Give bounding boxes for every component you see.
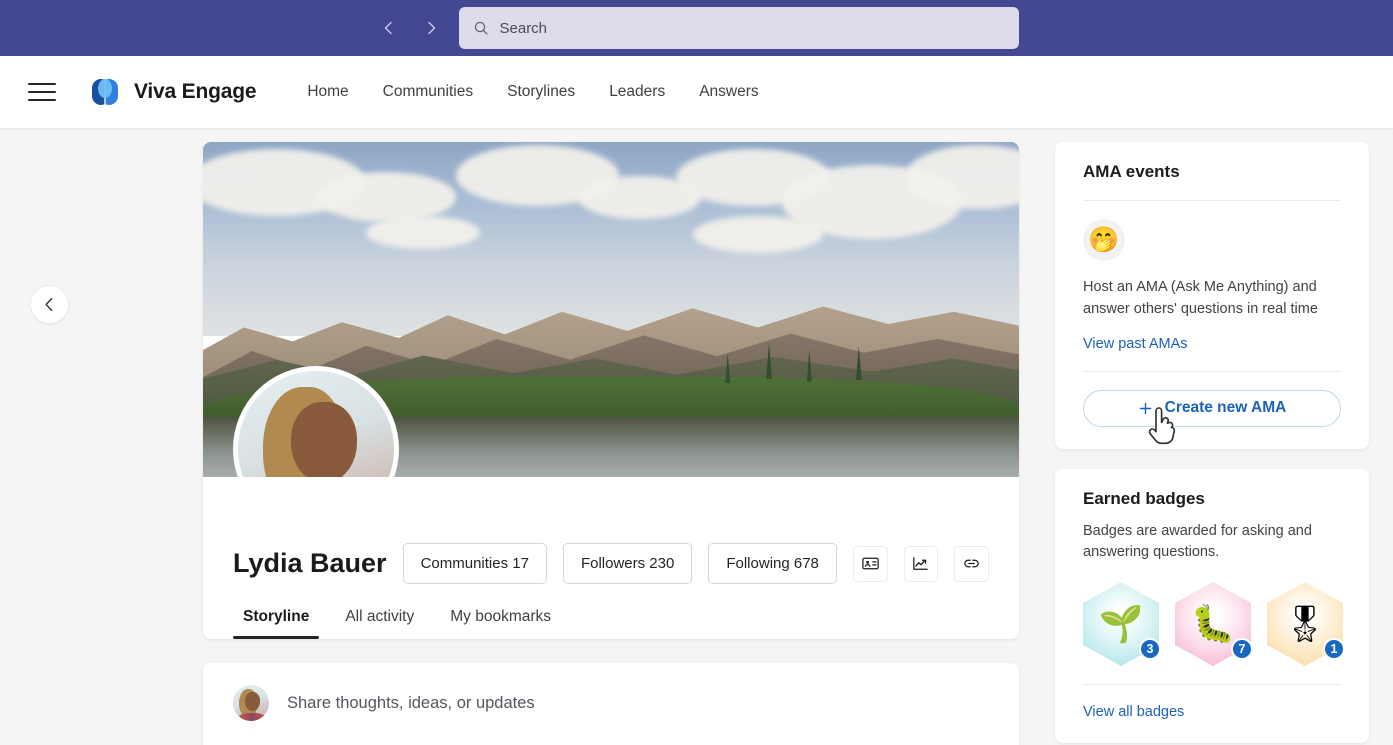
medal-badge[interactable]: 🎖 1 xyxy=(1267,582,1343,666)
center-column: Lydia Bauer Communities 17 Followers 230… xyxy=(203,142,1019,745)
forward-arrow-button[interactable] xyxy=(417,14,445,42)
composer-avatar xyxy=(233,685,269,721)
nav-item-leaders[interactable]: Leaders xyxy=(592,73,682,111)
copy-link-button[interactable] xyxy=(954,546,989,582)
caterpillar-badge[interactable]: 🐛 7 xyxy=(1175,582,1251,666)
analytics-trending-icon xyxy=(911,554,930,573)
nav-item-storylines[interactable]: Storylines xyxy=(490,73,592,111)
collapse-back-button[interactable] xyxy=(30,285,69,324)
cover-photo xyxy=(203,142,1019,477)
contact-card-button[interactable] xyxy=(853,546,888,582)
badges-description: Badges are awarded for asking and answer… xyxy=(1083,521,1341,565)
ama-description: Host an AMA (Ask Me Anything) and answer… xyxy=(1083,277,1341,321)
right-sidebar: AMA events 🤭 Host an AMA (Ask Me Anythin… xyxy=(1055,142,1369,745)
brand: Viva Engage xyxy=(88,76,256,108)
cloud xyxy=(366,216,480,250)
search-icon xyxy=(473,20,489,36)
analytics-button[interactable] xyxy=(904,546,939,582)
stat-following[interactable]: Following 678 xyxy=(708,543,837,584)
profile-tabs: Storyline All activity My bookmarks xyxy=(203,584,1019,639)
caterpillar-badge-count: 7 xyxy=(1231,638,1253,660)
medal-badge-count: 1 xyxy=(1323,638,1345,660)
composer-input[interactable]: Share thoughts, ideas, or updates xyxy=(287,694,535,713)
top-navigation-bar: Search xyxy=(0,0,1393,56)
view-past-amas-link[interactable]: View past AMAs xyxy=(1083,336,1188,352)
divider xyxy=(1083,371,1341,372)
create-new-ama-label: Create new AMA xyxy=(1165,399,1287,417)
chevron-left-icon xyxy=(41,296,58,313)
badges-card-title: Earned badges xyxy=(1083,489,1341,509)
hamburger-menu-icon[interactable] xyxy=(28,75,62,109)
thinking-face-emoji: 🤭 xyxy=(1083,219,1125,261)
tab-my-bookmarks[interactable]: My bookmarks xyxy=(440,600,561,639)
nav-item-home[interactable]: Home xyxy=(290,73,365,111)
divider xyxy=(1083,200,1341,201)
stat-communities[interactable]: Communities 17 xyxy=(403,543,547,584)
link-icon xyxy=(962,554,981,573)
plus-icon xyxy=(1138,401,1153,416)
cloud xyxy=(693,216,824,253)
cloud xyxy=(317,172,456,222)
ama-events-card: AMA events 🤭 Host an AMA (Ask Me Anythin… xyxy=(1055,142,1369,449)
page-title: Lydia Bauer xyxy=(233,548,387,579)
create-new-ama-button[interactable]: Create new AMA xyxy=(1083,390,1341,427)
nav-item-answers[interactable]: Answers xyxy=(682,73,775,111)
search-input[interactable]: Search xyxy=(459,7,1019,49)
page-body: Lydia Bauer Communities 17 Followers 230… xyxy=(0,128,1393,745)
main-navigation: Home Communities Storylines Leaders Answ… xyxy=(290,73,775,111)
viva-engage-logo-icon xyxy=(88,76,122,108)
earned-badges-card: Earned badges Badges are awarded for ask… xyxy=(1055,469,1369,744)
avatar-photo xyxy=(238,371,394,477)
avatar[interactable] xyxy=(233,366,399,477)
chevron-right-icon xyxy=(423,20,439,36)
tab-storyline[interactable]: Storyline xyxy=(233,600,319,639)
ama-card-title: AMA events xyxy=(1083,162,1341,182)
view-all-badges-link[interactable]: View all badges xyxy=(1083,704,1184,720)
app-header: Viva Engage Home Communities Storylines … xyxy=(0,56,1393,128)
brand-name: Viva Engage xyxy=(134,80,256,104)
chevron-left-icon xyxy=(381,20,397,36)
nav-item-communities[interactable]: Communities xyxy=(366,73,490,111)
divider xyxy=(1083,684,1341,685)
back-arrow-button[interactable] xyxy=(375,14,403,42)
post-composer-card: Share thoughts, ideas, or updates xyxy=(203,663,1019,745)
profile-meta-row: Lydia Bauer Communities 17 Followers 230… xyxy=(203,477,1019,584)
seedling-badge[interactable]: 🌱 3 xyxy=(1083,582,1159,666)
profile-card: Lydia Bauer Communities 17 Followers 230… xyxy=(203,142,1019,639)
contact-card-icon xyxy=(861,554,880,573)
stat-followers[interactable]: Followers 230 xyxy=(563,543,692,584)
seedling-badge-count: 3 xyxy=(1139,638,1161,660)
badge-list: 🌱 3 🐛 7 🎖 1 xyxy=(1083,582,1341,666)
navigation-arrows xyxy=(375,14,445,42)
search-placeholder-text: Search xyxy=(500,20,548,37)
tab-all-activity[interactable]: All activity xyxy=(335,600,424,639)
